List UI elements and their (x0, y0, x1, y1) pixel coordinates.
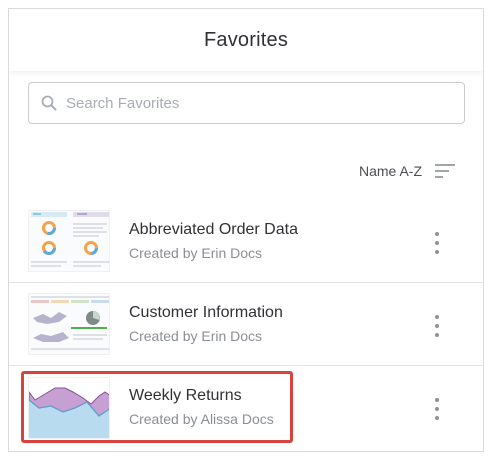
sort-control[interactable]: Name A-Z (359, 163, 456, 179)
list-item[interactable]: Customer Information Created by Erin Doc… (9, 283, 483, 366)
item-title: Weekly Returns (129, 387, 242, 404)
item-subtitle: Created by Erin Docs (129, 245, 263, 261)
panel-header: Favorites (9, 9, 483, 71)
page-title: Favorites (203, 28, 289, 51)
more-options-icon[interactable] (429, 232, 445, 254)
item-text: Abbreviated Order Data Created by Erin D… (129, 220, 298, 262)
item-text: Customer Information Created by Erin Doc… (129, 303, 283, 345)
search-icon (41, 95, 57, 111)
favorites-panel: Favorites Name A-Z (8, 8, 484, 452)
favorites-list: Abbreviated Order Data Created by Erin D… (9, 200, 483, 449)
area-chart-thumbnail (28, 376, 110, 439)
item-title: Customer Information (129, 304, 283, 321)
item-title: Abbreviated Order Data (129, 221, 298, 238)
item-subtitle: Created by Alissa Docs (129, 411, 274, 427)
dashboard-thumbnail (28, 293, 110, 355)
more-options-icon[interactable] (429, 398, 445, 420)
search-box[interactable] (28, 82, 465, 124)
list-item[interactable]: Weekly Returns Created by Alissa Docs (9, 366, 483, 449)
sort-icon[interactable] (434, 163, 456, 179)
more-options-icon[interactable] (429, 315, 445, 337)
list-item[interactable]: Abbreviated Order Data Created by Erin D… (9, 200, 483, 283)
item-subtitle: Created by Erin Docs (129, 328, 263, 344)
dashboard-thumbnail (28, 210, 110, 272)
sort-label: Name A-Z (358, 163, 422, 179)
search-input[interactable] (66, 94, 446, 112)
item-text: Weekly Returns Created by Alissa Docs (129, 386, 274, 428)
